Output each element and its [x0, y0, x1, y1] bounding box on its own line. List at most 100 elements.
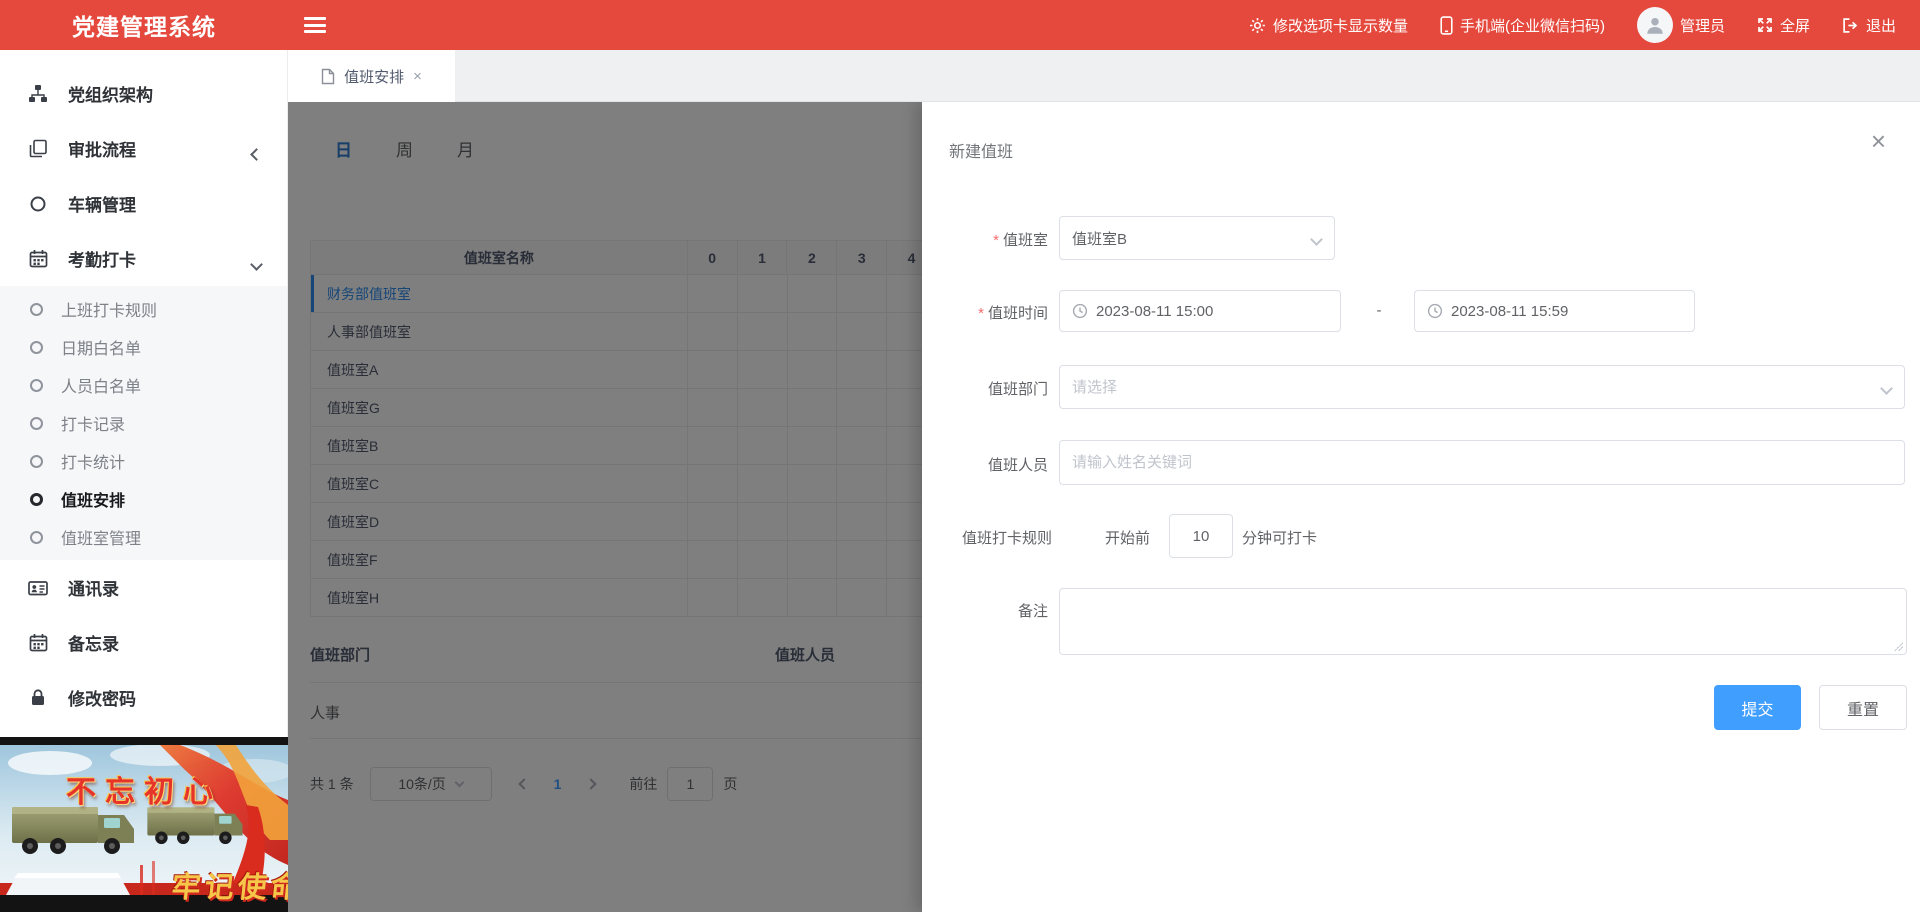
fullscreen-icon	[1757, 17, 1773, 33]
propaganda-banner: 不忘初心 牢记使命	[0, 737, 288, 912]
modal-overlay[interactable]	[288, 102, 922, 912]
mobile-qr-button[interactable]: 手机端(企业微信扫码)	[1440, 15, 1605, 36]
user-icon	[1644, 14, 1666, 36]
phone-icon	[1440, 16, 1453, 35]
required-mark: *	[978, 305, 984, 322]
circle-icon	[30, 455, 43, 468]
tab-count-setting-button[interactable]: 修改选项卡显示数量	[1249, 15, 1408, 36]
required-mark: *	[993, 232, 999, 249]
duty-dept-label: 值班部门	[922, 378, 1048, 399]
close-icon[interactable]: ×	[1871, 128, 1886, 154]
duty-end-time-picker[interactable]	[1414, 290, 1695, 332]
chevron-left-icon	[252, 144, 261, 164]
remark-label: 备注	[922, 600, 1048, 621]
remark-field[interactable]	[1060, 589, 1906, 654]
circle-icon	[30, 493, 43, 506]
mobile-qr-label: 手机端(企业微信扫码)	[1460, 15, 1605, 36]
remark-textarea[interactable]	[1059, 588, 1907, 655]
reset-button[interactable]: 重置	[1819, 685, 1907, 730]
duty-person-field[interactable]	[1060, 441, 1904, 484]
calendar-icon	[28, 633, 48, 653]
subitem-label: 值班室管理	[61, 525, 141, 549]
drawer-title: 新建值班	[949, 138, 1013, 162]
sidebar-subitem-duty-schedule[interactable]: 值班安排	[0, 480, 287, 518]
resize-handle-icon[interactable]	[1893, 641, 1903, 651]
sidebar-item-approval-flow[interactable]: 审批流程	[0, 121, 287, 176]
gear-icon	[1249, 17, 1266, 34]
circle-icon	[30, 379, 43, 392]
duty-room-label: *值班室	[922, 229, 1048, 250]
duty-room-value[interactable]	[1060, 217, 1334, 259]
tab-count-setting-label: 修改选项卡显示数量	[1273, 15, 1408, 36]
subitem-label: 上班打卡规则	[61, 297, 157, 321]
sidebar-item-label: 修改密码	[68, 685, 136, 710]
contact-card-icon	[28, 578, 48, 598]
app-window: 党建管理系统 修改选项卡显示数量 手机端(企业微信扫码) 管理员 全屏	[0, 0, 1920, 912]
duty-room-select[interactable]	[1059, 216, 1335, 260]
subitem-label: 值班安排	[61, 487, 125, 511]
sidebar-item-label: 考勤打卡	[68, 246, 136, 271]
sidebar-subitem-punch-rules[interactable]: 上班打卡规则	[0, 290, 287, 328]
duty-person-label: 值班人员	[922, 454, 1048, 475]
duty-dept-placeholder[interactable]	[1060, 366, 1904, 408]
attendance-submenu: 上班打卡规则 日期白名单 人员白名单 打卡记录 打卡统计 值班安排 值班室管理	[0, 286, 287, 560]
punch-rule-minutes-value[interactable]	[1170, 515, 1232, 557]
sidebar-subitem-punch-records[interactable]: 打卡记录	[0, 404, 287, 442]
punch-rule-label: 值班打卡规则	[922, 527, 1052, 548]
duty-start-time-picker[interactable]	[1059, 290, 1341, 332]
punch-rule-prefix: 开始前	[1105, 527, 1150, 548]
sidebar-item-label: 车辆管理	[68, 191, 136, 216]
fullscreen-button[interactable]: 全屏	[1757, 15, 1810, 36]
circle-icon	[30, 303, 43, 316]
hamburger-icon[interactable]	[304, 17, 326, 33]
sidebar-subitem-punch-stats[interactable]: 打卡统计	[0, 442, 287, 480]
sidebar-item-change-password[interactable]: 修改密码	[0, 670, 287, 725]
new-duty-drawer: 新建值班 × *值班室 *值班时间 - 值班部门 值班人员	[922, 102, 1920, 912]
punch-rule-suffix: 分钟可打卡	[1242, 527, 1317, 548]
logout-icon	[1842, 17, 1859, 34]
sidebar-item-label: 党组织架构	[68, 81, 153, 106]
subitem-label: 人员白名单	[61, 373, 141, 397]
sidebar-item-label: 通讯录	[68, 575, 119, 600]
sidebar-item-contacts[interactable]: 通讯录	[0, 560, 287, 615]
duty-end-time-value[interactable]	[1443, 291, 1694, 331]
tab-label: 值班安排	[344, 66, 404, 87]
subitem-label: 打卡记录	[61, 411, 125, 435]
banner-slogan-bottom: 牢记使命	[170, 864, 288, 906]
sidebar-item-vehicle-mgmt[interactable]: 车辆管理	[0, 176, 287, 231]
logout-button[interactable]: 退出	[1842, 15, 1896, 36]
chevron-down-icon	[1882, 380, 1890, 388]
sidebar-subitem-duty-room-mgmt[interactable]: 值班室管理	[0, 518, 287, 556]
sidebar: 党组织架构 审批流程 车辆管理 考勤打卡	[0, 50, 288, 912]
document-icon	[321, 68, 335, 85]
calendar-icon	[28, 249, 48, 269]
sidebar-subitem-person-whitelist[interactable]: 人员白名单	[0, 366, 287, 404]
chevron-down-icon	[252, 254, 261, 274]
duty-dept-select[interactable]	[1059, 365, 1905, 409]
user-menu[interactable]: 管理员	[1637, 7, 1725, 43]
banner-slogan-top: 不忘初心	[0, 767, 288, 811]
submit-button[interactable]: 提交	[1714, 685, 1801, 730]
tab-close-icon[interactable]: ×	[413, 68, 422, 85]
sidebar-item-label: 备忘录	[68, 630, 119, 655]
circle-icon	[30, 417, 43, 430]
subitem-label: 打卡统计	[61, 449, 125, 473]
punch-rule-minutes-input[interactable]	[1169, 514, 1233, 558]
clock-icon	[1427, 303, 1443, 319]
sidebar-item-org-structure[interactable]: 党组织架构	[0, 66, 287, 121]
header-actions: 修改选项卡显示数量 手机端(企业微信扫码) 管理员 全屏 退出	[1249, 7, 1920, 43]
subitem-label: 日期白名单	[61, 335, 141, 359]
duty-time-label: *值班时间	[922, 302, 1048, 323]
user-name: 管理员	[1680, 15, 1725, 36]
duty-person-input[interactable]	[1059, 440, 1905, 485]
duty-start-time-value[interactable]	[1088, 291, 1340, 331]
app-header: 党建管理系统 修改选项卡显示数量 手机端(企业微信扫码) 管理员 全屏	[0, 0, 1920, 50]
tab-duty-schedule[interactable]: 值班安排 ×	[288, 50, 455, 102]
sidebar-item-memo[interactable]: 备忘录	[0, 615, 287, 670]
clock-icon	[1072, 303, 1088, 319]
circle-icon	[30, 341, 43, 354]
chevron-down-icon	[1312, 231, 1320, 239]
sidebar-subitem-date-whitelist[interactable]: 日期白名单	[0, 328, 287, 366]
sitemap-icon	[28, 84, 48, 104]
sidebar-item-attendance[interactable]: 考勤打卡	[0, 231, 287, 286]
